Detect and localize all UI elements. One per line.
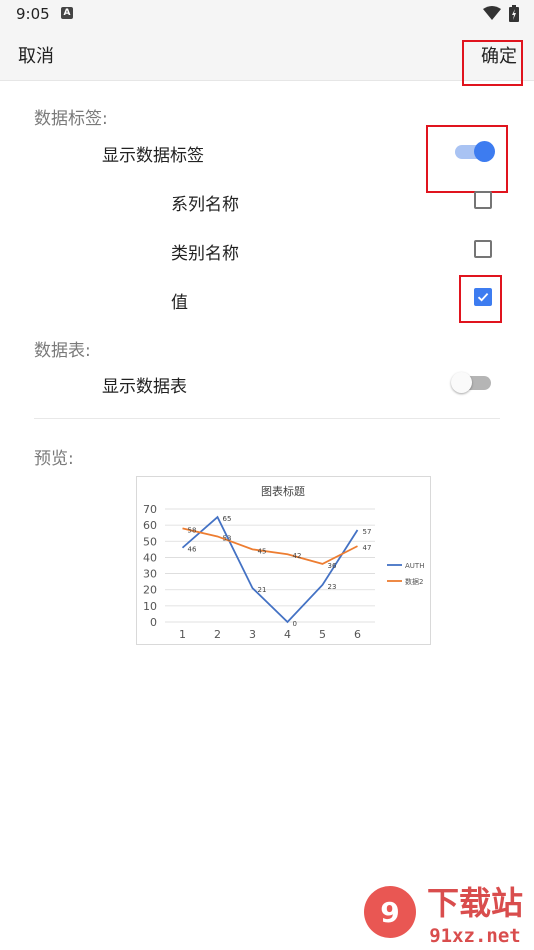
watermark-domain: 91xz.net [429, 925, 521, 947]
data-label: 42 [293, 552, 302, 560]
value-checkbox-highlight-box [459, 275, 502, 323]
x-tick-label: 2 [214, 628, 221, 641]
data-label: 23 [328, 583, 337, 591]
y-tick-label: 60 [143, 519, 157, 532]
cancel-button[interactable]: 取消 [18, 42, 54, 68]
category-name-checkbox[interactable] [474, 240, 492, 258]
y-tick-label: 0 [150, 616, 157, 629]
section-divider [34, 418, 500, 419]
x-tick-label: 6 [354, 628, 361, 641]
data-label: 46 [188, 546, 197, 554]
show-data-labels-label: 显示数据标签 [102, 146, 204, 166]
y-tick-label: 40 [143, 551, 157, 564]
x-tick-label: 5 [319, 628, 326, 641]
data-label: 0 [293, 620, 297, 628]
app-bar: 取消 确定 [0, 28, 534, 81]
x-tick-label: 1 [179, 628, 186, 641]
series-name-label: 系列名称 [171, 195, 239, 215]
notification-a-icon: A [61, 7, 73, 19]
series-name-checkbox[interactable] [474, 191, 492, 209]
data-table-section-title: 数据表: [34, 341, 91, 361]
data-label: 57 [363, 528, 372, 536]
chart-title: 图表标题 [261, 484, 305, 498]
category-name-label: 类别名称 [171, 244, 239, 264]
site-watermark-logo: 9 下载站 91xz.net [364, 884, 523, 947]
data-labels-section-title: 数据标签: [34, 109, 108, 129]
svg-text:9: 9 [380, 896, 399, 929]
y-tick-label: 50 [143, 535, 157, 548]
line-chart: 图表标题 0102030405060701 2 3 4 5 6 4665210235758… [143, 484, 424, 641]
show-data-table-toggle[interactable] [451, 368, 495, 396]
status-time: 9:05 [16, 5, 50, 23]
data-label: 65 [223, 515, 232, 523]
confirm-highlight-box [462, 40, 523, 86]
y-tick-label: 20 [143, 584, 157, 597]
chart-preview: 图表标题 0 10 20 30 40 50 60 70 1 2 3 4 5 6 46 65 21 0 23 57 58… [136, 476, 431, 645]
series-line-2 [182, 527, 358, 565]
data-label: 58 [188, 526, 197, 534]
y-tick-label: 10 [143, 600, 157, 613]
data-label: 36 [328, 562, 337, 570]
data-label: 53 [223, 534, 232, 542]
watermark-text: 下载站 [427, 884, 523, 922]
y-tick-label: 70 [143, 503, 157, 516]
toggle-highlight-box [426, 125, 508, 193]
x-tick-label: 3 [249, 628, 256, 641]
data-label: 47 [363, 544, 372, 552]
status-bar: 9:05 A [0, 0, 534, 28]
preview-section-title: 预览: [34, 449, 74, 469]
show-data-table-label: 显示数据表 [102, 377, 187, 397]
value-label: 值 [171, 293, 188, 313]
legend-label: 数据2 [405, 577, 423, 586]
wifi-icon [483, 6, 501, 20]
x-tick-label: 4 [284, 628, 291, 641]
data-label: 21 [258, 586, 267, 594]
battery-icon [509, 5, 519, 22]
y-tick-label: 30 [143, 568, 157, 581]
toggle-thumb [451, 372, 472, 393]
data-label: 45 [258, 547, 267, 555]
legend-label: AUTH [405, 562, 424, 570]
